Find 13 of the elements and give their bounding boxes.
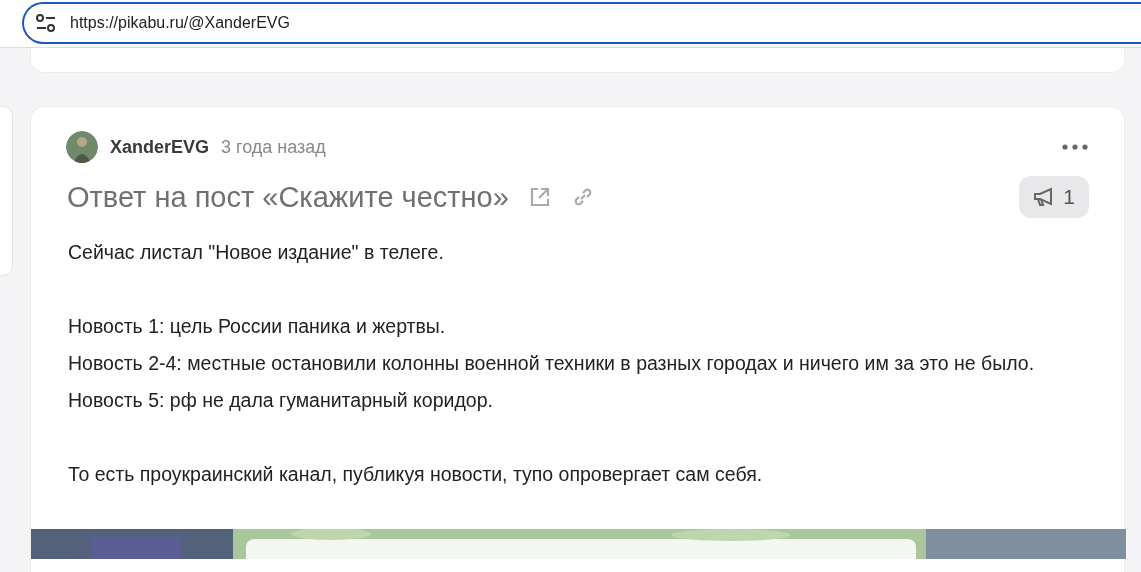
post-title[interactable]: Ответ на пост «Скажите честно»	[67, 180, 509, 214]
body-text: Новость 2-4: местные остановили колонны военной техники в разных городах и ничего им за это не было.	[68, 351, 1036, 376]
site-settings-icon[interactable]	[36, 14, 56, 32]
megaphone-counter[interactable]: 1	[1019, 176, 1089, 218]
post-time: 3 года назад	[221, 136, 326, 158]
author-name[interactable]: XanderEVG	[110, 136, 210, 158]
body-text: Новость 1: цель России паника и жертвы.	[68, 314, 447, 339]
more-icon[interactable]	[1062, 144, 1088, 150]
body-text: Сейчас листал "Новое издание" в телеге.	[68, 240, 445, 265]
address-field[interactable]: https://pikabu.ru/@XanderEVG	[22, 2, 1141, 44]
body-text: То есть проукраинский канал, публикуя новости, тупо опровергает сам себя.	[68, 462, 764, 487]
body-text: Новость 5: рф не дала гуманитарный коридор.	[68, 388, 494, 413]
avatar[interactable]	[66, 131, 98, 163]
